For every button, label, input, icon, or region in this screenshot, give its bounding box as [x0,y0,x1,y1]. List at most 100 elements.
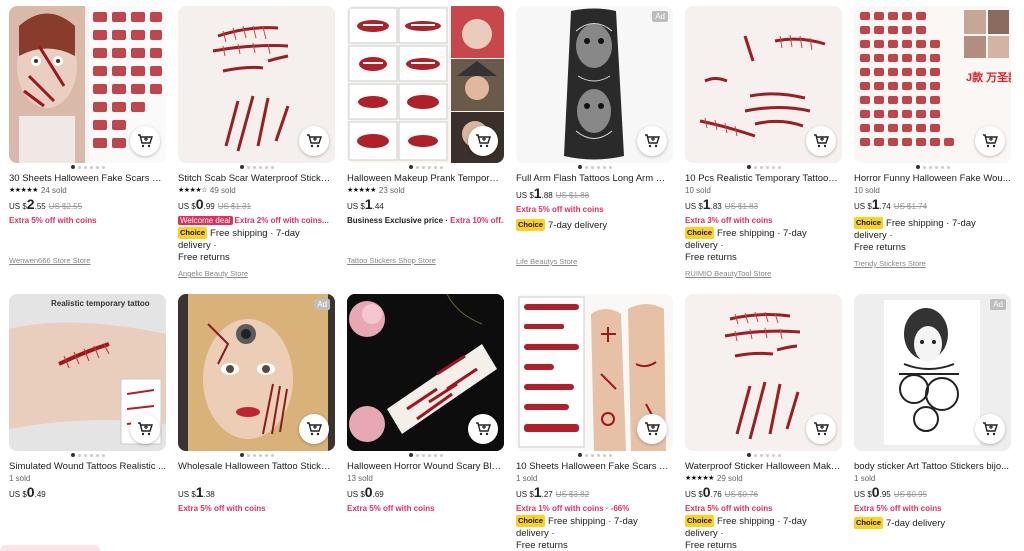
add-to-cart-icon[interactable] [468,414,498,444]
product-image[interactable] [9,6,166,163]
price-whole: 1 [533,484,542,500]
product-title[interactable]: Wholesale Halloween Tattoo Sticker... [178,460,335,473]
coin-promo: Welcome deal Extra 2% off with coins... [178,215,335,227]
product-image[interactable] [516,294,673,451]
price-whole: 0 [364,484,373,500]
price-cents: .76 [710,490,722,499]
add-to-cart-icon[interactable] [130,126,160,156]
image-carousel-dots[interactable] [347,163,504,171]
image-carousel-dots[interactable] [516,163,673,171]
rating-sold: ★★★★★ 29 sold [685,473,842,484]
original-price: US $2.55 [48,202,83,211]
price-whole: 0 [871,484,880,500]
sold-count: 13 sold [347,474,373,483]
product-card[interactable]: J款 万圣款 30 Horror Funny Halloween Fake Wo… [854,6,1011,270]
add-to-cart-icon[interactable] [975,126,1005,156]
rating-sold: ★★★★☆ 49 sold [178,185,335,196]
add-to-cart-icon[interactable] [299,126,329,156]
store-link[interactable]: Life Beautys Store [516,256,673,268]
product-title[interactable]: Halloween Makeup Prank Temporar... [347,172,504,185]
image-carousel-dots[interactable] [685,163,842,171]
add-to-cart-icon[interactable] [468,126,498,156]
price-currency: US $ [347,490,365,499]
choice-badge: Choice [178,227,208,239]
product-card[interactable]: Ad body sticker Art Tattoo Stickers bijo… [854,294,1011,530]
welcome-deal-badge: Welcome deal [178,216,233,225]
shipping-info: Choice Free shipping · 7-day delivery · [516,515,673,540]
price: US $1.38 [178,484,335,503]
rating-sold: 13 sold [347,473,504,484]
product-title[interactable]: body sticker Art Tattoo Stickers bijo... [854,460,1011,473]
product-title[interactable]: Full Arm Flash Tattoos Long Arm Wa... [516,172,673,185]
image-carousel-dots[interactable] [9,163,166,171]
image-carousel-dots[interactable] [854,163,1011,171]
product-title[interactable]: Horror Funny Halloween Fake Wou... [854,172,1011,185]
add-to-cart-icon[interactable] [130,414,160,444]
product-card[interactable]: Waterproof Sticker Halloween Make... ★★★… [685,294,842,551]
store-link[interactable]: Trendy Stickers Store [854,258,1011,270]
shipping-text: 7-day delivery [886,518,946,529]
store-link[interactable]: Tattoo Stickers Shop Store [347,255,504,267]
price-cents: .99 [203,202,215,211]
choice-badge: Choice [516,515,546,527]
product-title[interactable]: Simulated Wound Tattoos Realistic ... [9,460,166,473]
product-image[interactable]: Ad [854,294,1011,451]
image-carousel-dots[interactable] [854,451,1011,459]
product-title[interactable]: Halloween Horror Wound Scary Blo... [347,460,504,473]
product-title[interactable]: 10 Pcs Realistic Temporary Tattoos ... [685,172,842,185]
price-currency: US $ [178,202,196,211]
price-currency: US $ [516,490,534,499]
product-image[interactable]: Ad [178,294,335,451]
product-card[interactable]: 10 Sheets Halloween Fake Scars Tat... 1 … [516,294,673,551]
product-image[interactable]: Realistic temporary tattoo [9,294,166,451]
price-currency: US $ [347,202,365,211]
image-carousel-dots[interactable] [9,451,166,459]
product-card[interactable]: Halloween Makeup Prank Temporar... ★★★★★… [347,6,504,267]
product-title[interactable]: Waterproof Sticker Halloween Make... [685,460,842,473]
product-title[interactable]: 30 Sheets Halloween Fake Scars Tat... [9,172,166,185]
add-to-cart-icon[interactable] [637,126,667,156]
product-image[interactable] [685,294,842,451]
product-card[interactable]: Ad Full Arm Flash Tattoos Long Arm Wa...… [516,6,673,268]
business-price-label: Business Exclusive price · [347,216,451,225]
price: US $1.44 [347,196,504,215]
shipping-info: Choice Free shipping · 7-day delivery · [685,227,842,252]
product-title[interactable]: Stitch Scab Scar Waterproof Stickers... [178,172,335,185]
coin-promo: Extra 5% off with coins [178,504,266,513]
product-card[interactable]: Realistic temporary tattoo Simulated Wou… [9,294,166,503]
product-card[interactable]: 10 Pcs Realistic Temporary Tattoos ... 1… [685,6,842,280]
product-image[interactable] [347,6,504,163]
shipping-info: Choice Free shipping · 7-day delivery · [854,217,1011,242]
rating-stars: ★★★★★ [685,475,714,482]
price: US $2.55 US $2.55 [9,196,166,215]
product-image[interactable]: J款 万圣款 30 [854,6,1011,163]
product-card[interactable]: Ad Wholesale Halloween Tattoo Sticker...… [178,294,335,515]
product-image[interactable] [685,6,842,163]
image-carousel-dots[interactable] [347,451,504,459]
product-title[interactable]: 10 Sheets Halloween Fake Scars Tat... [516,460,673,473]
image-carousel-dots[interactable] [178,163,335,171]
add-to-cart-icon[interactable] [299,414,329,444]
store-link[interactable]: Angelic Beauty Store [178,268,335,280]
product-image[interactable]: Ad [516,6,673,163]
store-link[interactable]: Wenwen666 Store Store [9,255,166,267]
price-whole: 1 [533,185,542,201]
add-to-cart-icon[interactable] [806,414,836,444]
product-image[interactable] [347,294,504,451]
add-to-cart-icon[interactable] [975,414,1005,444]
coin-promo: Extra 1% off with coins · -66% [516,504,630,513]
product-image[interactable] [178,6,335,163]
rating-stars: ★★★★★ [347,187,376,194]
image-carousel-dots[interactable] [516,451,673,459]
product-card[interactable]: Halloween Horror Wound Scary Blo... 13 s… [347,294,504,515]
add-to-cart-icon[interactable] [806,126,836,156]
image-text-realistic: Realistic temporary tattoo [51,299,150,308]
product-card[interactable]: Stitch Scab Scar Waterproof Stickers... … [178,6,335,280]
product-card[interactable]: 30 Sheets Halloween Fake Scars Tat... ★★… [9,6,166,267]
original-price: US $3.82 [555,490,590,499]
image-carousel-dots[interactable] [178,451,335,459]
image-carousel-dots[interactable] [685,451,842,459]
original-price: US $1.83 [724,202,759,211]
add-to-cart-icon[interactable] [637,414,667,444]
store-link[interactable]: RUIMIO BeautyTool Store [685,268,842,280]
